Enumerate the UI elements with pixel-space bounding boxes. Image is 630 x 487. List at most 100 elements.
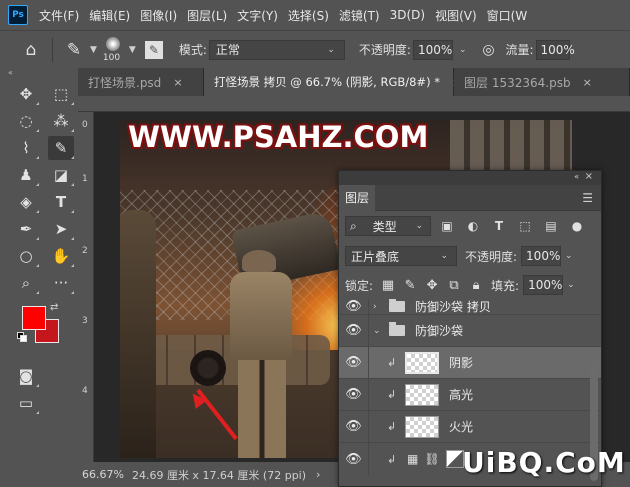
tire (190, 350, 226, 386)
chevron-down-icon[interactable]: ⌄ (373, 326, 383, 336)
quick-mask-icon[interactable]: ◙ (13, 364, 39, 388)
move-tool-icon[interactable]: ✥ (13, 82, 39, 106)
brush-tool-preset-icon[interactable]: ✎ (61, 40, 87, 60)
clipping-mask-icon: ↲ (387, 452, 397, 466)
magic-wand-tool-icon[interactable]: ⁂ (48, 109, 74, 133)
layer-opacity-input[interactable]: 100% (521, 246, 562, 266)
history-brush-tool-icon[interactable]: ◈ (13, 190, 39, 214)
menu-filter[interactable]: 滤镜(T) (334, 7, 385, 24)
tab-label: 打怪场景 拷贝 @ 66.7% (阴影, RGB/8#) * (214, 75, 440, 89)
site-watermark: UiBQ.CoM (462, 446, 626, 479)
menu-edit[interactable]: 编辑(E) (84, 7, 135, 24)
zoom-tool-icon[interactable]: ⌕ (13, 271, 39, 295)
menu-window[interactable]: 窗口(W (482, 7, 533, 24)
lock-all-icon[interactable]: 🔒︎ (469, 278, 483, 293)
layer-row[interactable]: 👁︎ › 防御沙袋 拷贝 (339, 299, 601, 315)
visibility-toggle[interactable]: 👁︎ (339, 346, 369, 379)
fill-input[interactable]: 100% (523, 275, 564, 295)
hand-tool-icon[interactable]: ✋ (48, 244, 74, 268)
panel-grip-icon[interactable]: « (0, 68, 78, 80)
chevron-down-icon[interactable]: ▼ (90, 45, 97, 55)
layer-thumbnail[interactable] (405, 351, 439, 374)
filter-type-icon[interactable]: T (489, 219, 509, 233)
close-icon[interactable]: × (173, 76, 182, 89)
visibility-toggle[interactable]: 👁︎ (339, 314, 369, 347)
lasso-tool-icon[interactable]: ◌ (13, 109, 39, 133)
pressure-opacity-icon[interactable]: ◎ (475, 42, 501, 58)
default-colors-icon[interactable] (17, 332, 27, 342)
visibility-toggle[interactable]: 👁︎ (339, 299, 369, 314)
layer-mask-thumbnail[interactable] (445, 450, 464, 468)
home-icon[interactable]: ⌂ (18, 40, 44, 60)
lock-position-icon[interactable]: ✥ (425, 278, 439, 293)
flow-input[interactable]: 100% (535, 39, 575, 60)
vertical-ruler[interactable]: 0 1 2 3 4 (78, 112, 94, 462)
panel-menu-icon[interactable]: ☰ (582, 191, 593, 205)
brush-tool-icon[interactable]: ✎ (48, 135, 74, 160)
layer-row[interactable]: 👁︎ ↲ 火光 (339, 410, 601, 443)
layer-thumbnail[interactable] (405, 415, 439, 438)
filter-toggle-icon[interactable]: ● (567, 219, 587, 233)
panel-titlebar[interactable]: « × (339, 171, 601, 185)
menu-image[interactable]: 图像(I) (135, 7, 182, 24)
path-selection-tool-icon[interactable]: ➤ (48, 217, 74, 241)
stamp-tool-icon[interactable]: ♟ (13, 163, 39, 187)
opacity-input[interactable]: 100% (412, 39, 453, 60)
filter-smart-object-icon[interactable]: ▤ (541, 219, 561, 233)
foreground-color-swatch[interactable] (22, 306, 46, 330)
horizontal-ruler[interactable] (78, 96, 630, 112)
layer-filter-select[interactable]: ⌕ 类型 ⌄ (345, 216, 431, 236)
lock-image-icon[interactable]: ✎ (403, 278, 417, 293)
tab-document-1[interactable]: 打怪场景.psd × (78, 68, 204, 96)
eyedropper-tool-icon[interactable]: ⌇ (13, 136, 39, 160)
pen-tool-icon[interactable]: ✒ (13, 217, 39, 241)
close-icon[interactable]: × (585, 171, 593, 182)
filter-pixel-icon[interactable]: ▣ (437, 219, 457, 233)
chevron-right-icon[interactable]: › (373, 302, 383, 312)
lock-artboard-icon[interactable]: ⧉ (447, 278, 461, 293)
zoom-level[interactable]: 66.67% (82, 468, 124, 481)
menu-layer[interactable]: 图层(L) (182, 7, 232, 24)
swap-colors-icon[interactable]: ⇄ (50, 302, 58, 313)
filter-shape-icon[interactable]: ⬚ (515, 219, 535, 233)
lock-transparency-icon[interactable]: ▦ (381, 278, 395, 293)
layer-row-selected[interactable]: 👁︎ ↲ 阴影 (339, 346, 601, 379)
ruler-number: 2 (82, 246, 88, 256)
status-menu-arrow[interactable]: › (316, 468, 320, 481)
color-swatches: ⇄ (0, 302, 78, 362)
brush-size-picker[interactable]: 100 (100, 35, 126, 65)
close-icon[interactable]: × (583, 76, 592, 89)
collapse-icon[interactable]: « (574, 172, 579, 181)
photoshop-logo: Ps (8, 5, 28, 25)
chevron-down-icon[interactable]: ⌄ (459, 45, 467, 55)
screen-mode-icon[interactable]: ▭ (13, 391, 39, 415)
layer-row[interactable]: 👁︎ ↲ 高光 (339, 378, 601, 411)
chevron-down-icon[interactable]: ⌄ (565, 251, 573, 261)
tab-document-2[interactable]: 打怪场景 拷贝 @ 66.7% (阴影, RGB/8#) * × (204, 68, 461, 96)
visibility-toggle[interactable]: 👁︎ (339, 378, 369, 411)
more-tools-icon[interactable]: ··· (48, 271, 74, 295)
visibility-toggle[interactable]: 👁︎ (339, 443, 369, 475)
filter-adjustment-icon[interactable]: ◐ (463, 219, 483, 233)
type-tool-icon[interactable]: T (48, 190, 74, 214)
menu-file[interactable]: 文件(F) (34, 7, 84, 24)
menu-type[interactable]: 文字(Y) (232, 7, 283, 24)
visibility-toggle[interactable]: 👁︎ (339, 410, 369, 443)
chevron-down-icon[interactable]: ▼ (129, 45, 136, 55)
marquee-tool-icon[interactable]: ⬚ (48, 82, 74, 106)
tab-layers[interactable]: 图层 (339, 184, 376, 211)
blend-mode-select[interactable]: 正常 ⌄ (208, 39, 345, 60)
menu-3d[interactable]: 3D(D) (385, 8, 430, 22)
menu-view[interactable]: 视图(V) (430, 7, 482, 24)
layer-name: 防御沙袋 (415, 324, 464, 338)
brush-settings-icon[interactable]: ✎ (144, 40, 163, 59)
layer-blend-mode-select[interactable]: 正片叠底 ⌄ (345, 246, 457, 266)
layer-row[interactable]: 👁︎ ⌄ 防御沙袋 (339, 314, 601, 347)
tab-document-3[interactable]: 图层 1532364.psb × (454, 68, 630, 96)
chevron-down-icon[interactable]: ⌄ (567, 280, 575, 290)
eraser-tool-icon[interactable]: ◪ (48, 163, 74, 187)
menu-select[interactable]: 选择(S) (283, 7, 334, 24)
eye-icon: 👁︎ (345, 323, 362, 338)
ellipse-tool-icon[interactable]: ○ (13, 244, 39, 268)
layer-thumbnail[interactable] (405, 383, 439, 406)
